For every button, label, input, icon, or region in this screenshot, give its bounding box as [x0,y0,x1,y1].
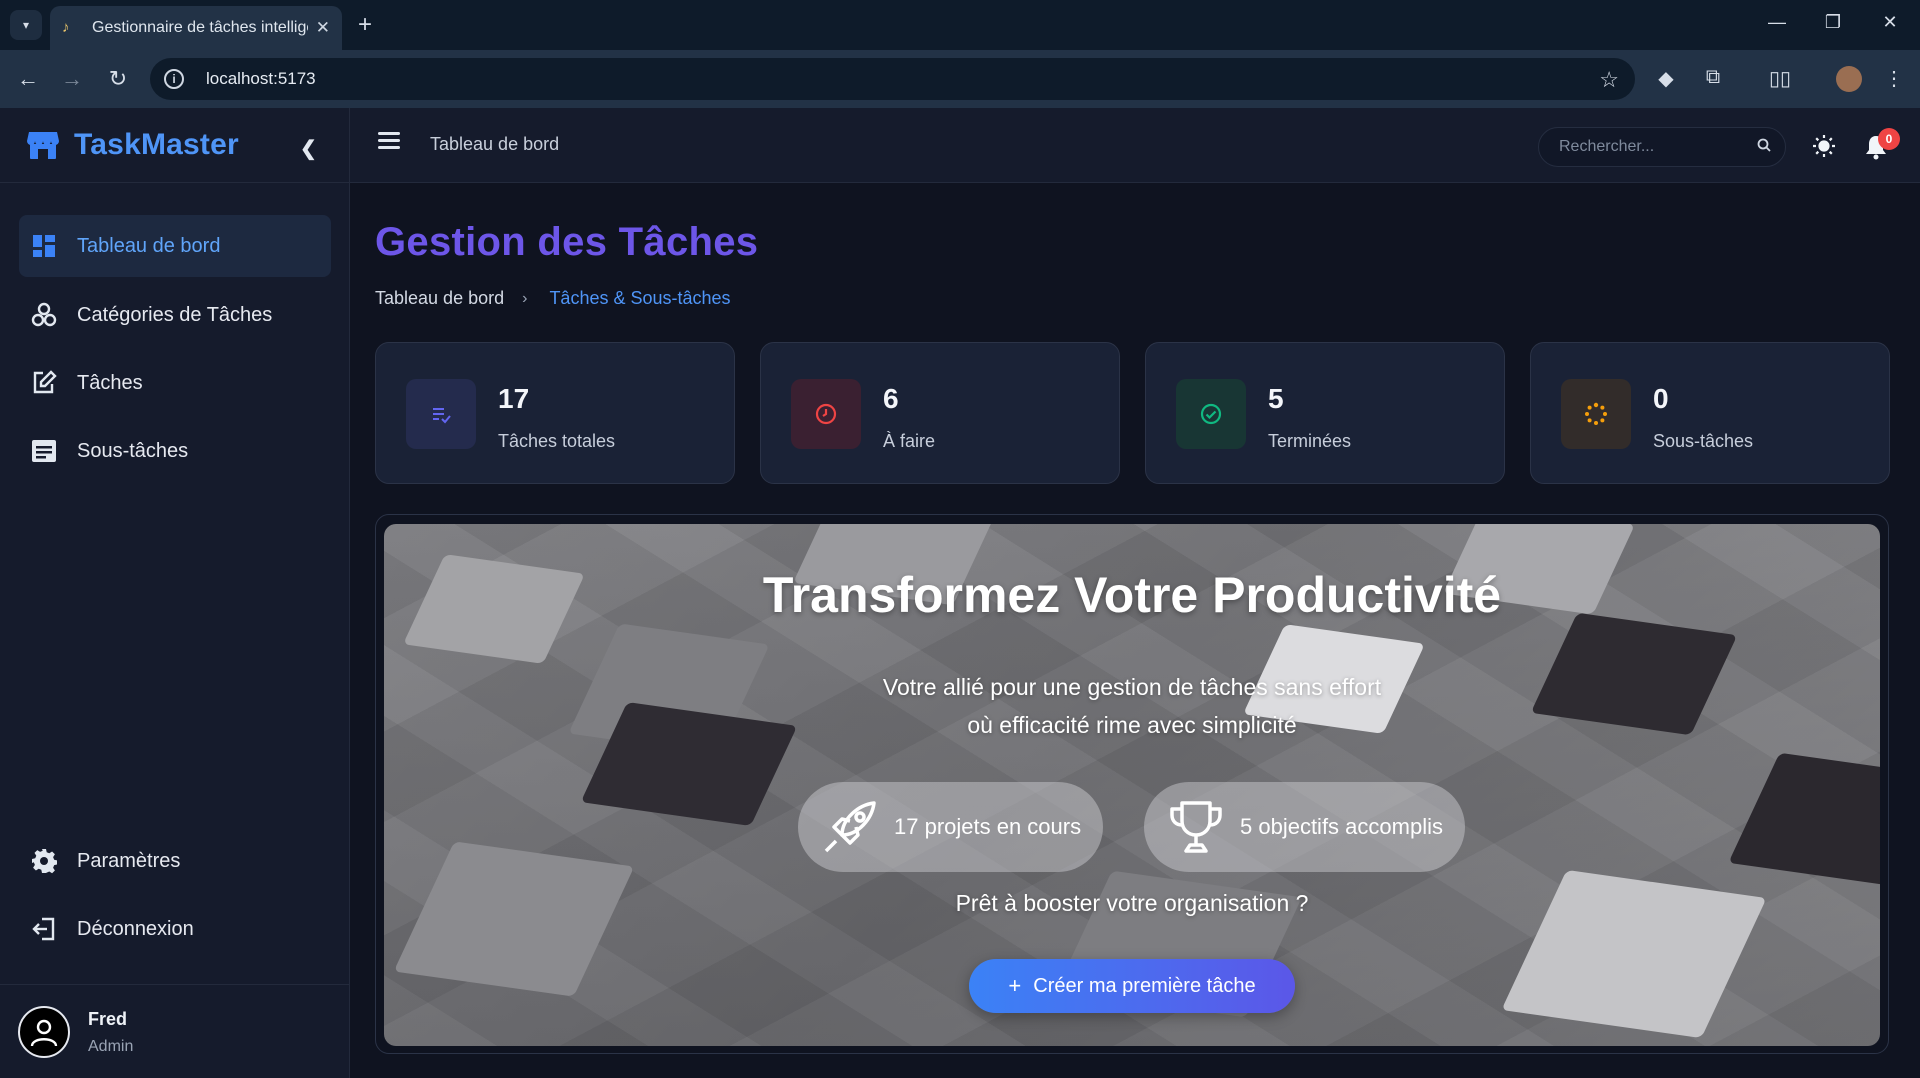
sidebar-item-label: Déconnexion [77,917,194,940]
projects-pill: 17 projets en cours [798,782,1104,872]
stat-label: Tâches totales [498,431,616,451]
check-circle-icon [1176,379,1246,449]
dashboard-icon [31,233,57,259]
sidebar-item-tasks[interactable]: Tâches [19,352,331,414]
goals-count: 5 objectifs accomplis [1240,814,1443,839]
minimize-button[interactable]: — [1762,12,1792,33]
browser-toolbar: ← → ↻ i localhost:5173 ☆ ◆ ⧉ ▯▯ ⋮ [0,50,1920,108]
chevron-right-icon: › [522,289,528,307]
trophy-icon [1170,801,1222,853]
stat-card-subtasks: 0 Sous-tâches [1530,342,1890,484]
stat-value: 0 [1653,383,1669,414]
sidebar-item-logout[interactable]: Déconnexion [19,898,331,960]
bookmark-star-icon[interactable]: ☆ [1599,67,1619,93]
tab-title: Gestionnaire de tâches intellige [92,19,308,36]
hero-subtitle-line2: où efficacité rime avec simplicité [967,712,1297,738]
window-close-button[interactable]: ✕ [1875,12,1905,33]
reload-button[interactable]: ↻ [104,66,132,92]
profile-avatar[interactable] [1836,66,1862,92]
clock-icon [791,379,861,449]
background-tile [393,841,635,997]
background-tile [1728,752,1880,886]
spinner-icon [1561,379,1631,449]
brand-name: TaskMaster [74,128,239,161]
new-tab-button[interactable]: + [352,12,378,38]
stat-value: 17 [498,383,530,414]
plus-icon: + [1008,973,1022,998]
browser-tab[interactable]: ♪ Gestionnaire de tâches intellige ✕ [50,6,342,50]
restore-button[interactable]: ❐ [1818,12,1848,33]
stat-label: Sous-tâches [1653,431,1754,451]
page-title: Gestion des Tâches [375,220,759,264]
projects-count: 17 projets en cours [894,814,1082,839]
stat-value: 6 [883,383,899,414]
sidebar-item-subtasks[interactable]: Sous-tâches [19,420,331,482]
sidebar-item-settings[interactable]: Paramètres [19,830,331,892]
forward-button[interactable]: → [58,66,86,92]
user-name: Fred [88,1008,128,1029]
reading-mode-icon[interactable]: ▯▯ [1766,66,1794,91]
sidebar: TaskMaster ❮ Tableau de bord Catégories … [0,108,350,1078]
theme-toggle-sun-icon[interactable] [1812,134,1836,158]
notification-count-badge: 0 [1878,128,1900,150]
user-profile[interactable]: Fred Admin [18,1006,133,1058]
favicon-icon: ♪ [62,19,70,36]
back-button[interactable]: ← [14,66,42,92]
gear-icon [31,848,57,874]
hero-question: Prêt à booster votre organisation ? [955,890,1309,916]
browser-tab-bar: ▾ ♪ Gestionnaire de tâches intellige ✕ +… [0,0,1920,50]
header-title: Tableau de bord [430,134,560,154]
search-icon[interactable] [1757,138,1771,152]
tab-search-button[interactable]: ▾ [10,10,42,40]
stat-card-total: 17 Tâches totales [375,342,735,484]
stat-label: À faire [883,431,936,451]
search-box[interactable] [1538,127,1786,167]
stat-value: 5 [1268,383,1284,414]
stat-card-done: 5 Terminées [1145,342,1505,484]
tasks-icon [406,379,476,449]
sidebar-item-label: Sous-tâches [77,439,189,462]
sidebar-item-label: Paramètres [77,849,181,872]
sidebar-item-label: Catégories de Tâches [77,303,273,326]
sidebar-item-label: Tâches [77,371,143,394]
hero-subtitle: Votre allié pour une gestion de tâches s… [384,668,1880,744]
divider [0,984,350,985]
tab-close-icon[interactable]: ✕ [316,18,330,38]
user-role: Admin [88,1037,134,1055]
logout-icon [31,916,57,942]
sidebar-item-categories[interactable]: Catégories de Tâches [19,284,331,346]
collapse-sidebar-button[interactable]: ❮ [300,136,317,161]
address-bar[interactable]: i localhost:5173 ☆ [150,58,1635,100]
store-logo-icon [27,132,59,159]
breadcrumb-home[interactable]: Tableau de bord [375,288,504,309]
url-text: localhost:5173 [206,69,316,88]
extension-icon[interactable]: ◆ [1652,66,1680,91]
rocket-icon [824,801,876,853]
hero-banner: Transformez Votre Productivité Votre all… [384,524,1880,1046]
breadcrumb-current: Tâches & Sous-tâches [549,288,731,308]
list-icon [31,438,57,464]
main-content: Gestion des Tâches Tableau de bord › Tâc… [350,184,1920,1078]
hero-title: Transformez Votre Productivité [762,567,1502,623]
avatar [18,1006,70,1058]
search-input[interactable] [1559,138,1749,156]
edit-icon [31,370,57,396]
brand[interactable]: TaskMaster [26,128,239,162]
sidebar-item-label: Tableau de bord [77,234,221,257]
categories-icon [31,302,57,328]
browser-menu-icon[interactable]: ⋮ [1880,66,1908,91]
extensions-puzzle-icon[interactable]: ⧉ [1699,66,1727,89]
hero-subtitle-line1: Votre allié pour une gestion de tâches s… [882,674,1382,700]
cta-label: Créer ma première tâche [1033,974,1256,997]
create-first-task-button[interactable]: + Créer ma première tâche [969,959,1295,1013]
sidebar-item-dashboard[interactable]: Tableau de bord [19,215,331,277]
site-info-icon[interactable]: i [164,69,184,89]
hamburger-menu-icon[interactable] [378,132,400,150]
goals-pill: 5 objectifs accomplis [1144,782,1465,872]
breadcrumb: Tableau de bord › Tâches & Sous-tâches [375,288,731,309]
divider [0,182,350,183]
top-header: Tableau de bord 0 [350,108,1920,183]
stat-label: Terminées [1268,431,1352,451]
stat-card-todo: 6 À faire [760,342,1120,484]
